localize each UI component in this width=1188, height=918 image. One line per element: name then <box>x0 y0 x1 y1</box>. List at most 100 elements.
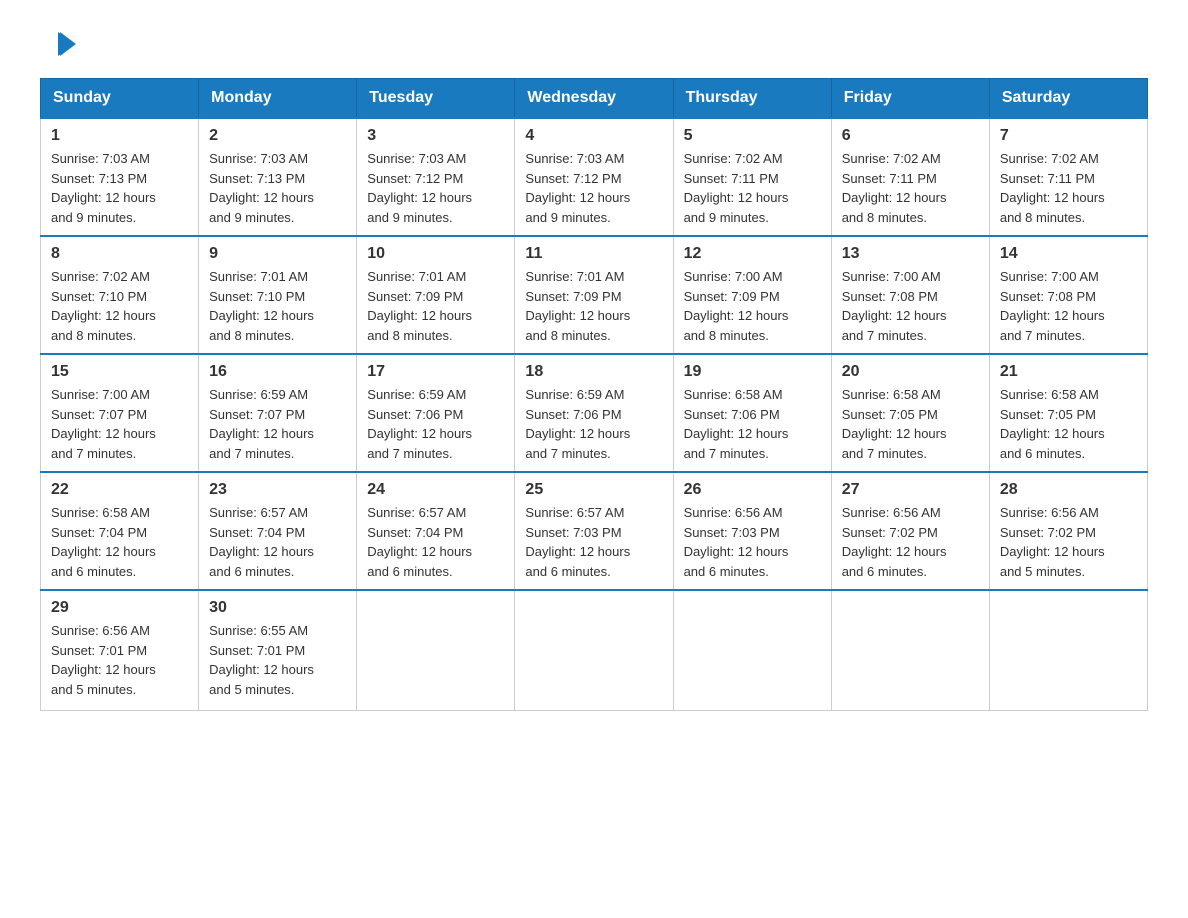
calendar-cell: 29 Sunrise: 6:56 AMSunset: 7:01 PMDayligh… <box>41 590 199 710</box>
calendar-cell <box>673 590 831 710</box>
day-number: 6 <box>842 127 979 145</box>
calendar-cell: 9 Sunrise: 7:01 AMSunset: 7:10 PMDaylight… <box>199 236 357 354</box>
calendar-cell <box>989 590 1147 710</box>
calendar-cell: 19 Sunrise: 6:58 AMSunset: 7:06 PMDayligh… <box>673 354 831 472</box>
calendar-cell: 2Sunrise: 7:03 AMSunset: 7:13 PMDaylight… <box>199 118 357 236</box>
col-sunday: Sunday <box>41 79 199 119</box>
calendar-cell <box>515 590 673 710</box>
day-number: 21 <box>1000 363 1137 381</box>
col-friday: Friday <box>831 79 989 119</box>
day-number: 10 <box>367 245 504 263</box>
day-number: 18 <box>525 363 662 381</box>
day-info: Sunrise: 7:01 AMSunset: 7:10 PMDaylight:… <box>209 267 346 345</box>
day-info: Sunrise: 6:57 AMSunset: 7:04 PMDaylight:… <box>209 503 346 581</box>
day-info: Sunrise: 6:58 AMSunset: 7:04 PMDaylight:… <box>51 503 188 581</box>
calendar-cell: 7Sunrise: 7:02 AMSunset: 7:11 PMDaylight… <box>989 118 1147 236</box>
day-number: 9 <box>209 245 346 263</box>
day-number: 4 <box>525 127 662 145</box>
col-thursday: Thursday <box>673 79 831 119</box>
day-info: Sunrise: 7:02 AMSunset: 7:11 PMDaylight:… <box>842 149 979 227</box>
calendar-cell: 8Sunrise: 7:02 AMSunset: 7:10 PMDaylight… <box>41 236 199 354</box>
day-info: Sunrise: 6:56 AMSunset: 7:01 PMDaylight:… <box>51 621 188 699</box>
header-row: Sunday Monday Tuesday Wednesday Thursday… <box>41 79 1148 119</box>
calendar-cell: 26 Sunrise: 6:56 AMSunset: 7:03 PMDayligh… <box>673 472 831 590</box>
day-info: Sunrise: 7:00 AMSunset: 7:09 PMDaylight:… <box>684 267 821 345</box>
day-info: Sunrise: 6:59 AMSunset: 7:06 PMDaylight:… <box>367 385 504 463</box>
calendar-cell: 15Sunrise: 7:00 AMSunset: 7:07 PMDayligh… <box>41 354 199 472</box>
day-number: 28 <box>1000 481 1137 499</box>
calendar-table: Sunday Monday Tuesday Wednesday Thursday… <box>40 78 1148 711</box>
day-info: Sunrise: 6:56 AMSunset: 7:02 PMDaylight:… <box>1000 503 1137 581</box>
col-saturday: Saturday <box>989 79 1147 119</box>
day-info: Sunrise: 7:01 AMSunset: 7:09 PMDaylight:… <box>525 267 662 345</box>
day-info: Sunrise: 6:58 AMSunset: 7:06 PMDaylight:… <box>684 385 821 463</box>
calendar-cell: 13 Sunrise: 7:00 AMSunset: 7:08 PMDayligh… <box>831 236 989 354</box>
day-number: 17 <box>367 363 504 381</box>
day-number: 23 <box>209 481 346 499</box>
day-number: 5 <box>684 127 821 145</box>
calendar-cell: 30 Sunrise: 6:55 AMSunset: 7:01 PMDayligh… <box>199 590 357 710</box>
day-number: 7 <box>1000 127 1137 145</box>
day-number: 22 <box>51 481 188 499</box>
day-number: 3 <box>367 127 504 145</box>
calendar-cell: 23 Sunrise: 6:57 AMSunset: 7:04 PMDayligh… <box>199 472 357 590</box>
calendar-cell: 25 Sunrise: 6:57 AMSunset: 7:03 PMDayligh… <box>515 472 673 590</box>
day-number: 30 <box>209 599 346 617</box>
day-info: Sunrise: 6:57 AMSunset: 7:04 PMDaylight:… <box>367 503 504 581</box>
day-number: 11 <box>525 245 662 263</box>
calendar-cell: 24 Sunrise: 6:57 AMSunset: 7:04 PMDayligh… <box>357 472 515 590</box>
day-info: Sunrise: 7:03 AMSunset: 7:13 PMDaylight:… <box>51 149 188 227</box>
calendar-cell: 10 Sunrise: 7:01 AMSunset: 7:09 PMDayligh… <box>357 236 515 354</box>
calendar-cell: 20 Sunrise: 6:58 AMSunset: 7:05 PMDayligh… <box>831 354 989 472</box>
day-number: 27 <box>842 481 979 499</box>
day-info: Sunrise: 6:55 AMSunset: 7:01 PMDaylight:… <box>209 621 346 699</box>
calendar-cell: 12Sunrise: 7:00 AMSunset: 7:09 PMDayligh… <box>673 236 831 354</box>
day-info: Sunrise: 7:00 AMSunset: 7:08 PMDaylight:… <box>842 267 979 345</box>
calendar-cell: 28 Sunrise: 6:56 AMSunset: 7:02 PMDayligh… <box>989 472 1147 590</box>
calendar-cell <box>831 590 989 710</box>
calendar-cell: 5 Sunrise: 7:02 AMSunset: 7:11 PMDaylight… <box>673 118 831 236</box>
day-number: 24 <box>367 481 504 499</box>
calendar-cell: 6 Sunrise: 7:02 AMSunset: 7:11 PMDaylight… <box>831 118 989 236</box>
calendar-cell: 18 Sunrise: 6:59 AMSunset: 7:06 PMDayligh… <box>515 354 673 472</box>
day-info: Sunrise: 6:58 AMSunset: 7:05 PMDaylight:… <box>842 385 979 463</box>
col-wednesday: Wednesday <box>515 79 673 119</box>
calendar-cell: 3 Sunrise: 7:03 AMSunset: 7:12 PMDaylight… <box>357 118 515 236</box>
calendar-cell: 22 Sunrise: 6:58 AMSunset: 7:04 PMDayligh… <box>41 472 199 590</box>
day-info: Sunrise: 7:03 AMSunset: 7:12 PMDaylight:… <box>525 149 662 227</box>
day-number: 25 <box>525 481 662 499</box>
day-info: Sunrise: 7:03 AMSunset: 7:12 PMDaylight:… <box>367 149 504 227</box>
day-info: Sunrise: 6:59 AMSunset: 7:06 PMDaylight:… <box>525 385 662 463</box>
day-number: 16 <box>209 363 346 381</box>
col-tuesday: Tuesday <box>357 79 515 119</box>
day-number: 19 <box>684 363 821 381</box>
day-number: 26 <box>684 481 821 499</box>
calendar-cell <box>357 590 515 710</box>
calendar-cell: 27 Sunrise: 6:56 AMSunset: 7:02 PMDayligh… <box>831 472 989 590</box>
day-info: Sunrise: 6:56 AMSunset: 7:03 PMDaylight:… <box>684 503 821 581</box>
col-monday: Monday <box>199 79 357 119</box>
day-info: Sunrise: 6:57 AMSunset: 7:03 PMDaylight:… <box>525 503 662 581</box>
day-number: 13 <box>842 245 979 263</box>
day-number: 1 <box>51 127 188 145</box>
day-info: Sunrise: 6:58 AMSunset: 7:05 PMDaylight:… <box>1000 385 1137 463</box>
calendar-cell: 21 Sunrise: 6:58 AMSunset: 7:05 PMDayligh… <box>989 354 1147 472</box>
page-header <box>40 30 1148 58</box>
calendar-cell: 4 Sunrise: 7:03 AMSunset: 7:12 PMDaylight… <box>515 118 673 236</box>
logo-flag-icon <box>42 30 78 58</box>
calendar-cell: 1 Sunrise: 7:03 AMSunset: 7:13 PMDaylight… <box>41 118 199 236</box>
day-info: Sunrise: 6:59 AMSunset: 7:07 PMDaylight:… <box>209 385 346 463</box>
day-number: 20 <box>842 363 979 381</box>
day-info: Sunrise: 7:00 AMSunset: 7:07 PMDaylight:… <box>51 385 188 463</box>
day-info: Sunrise: 7:00 AMSunset: 7:08 PMDaylight:… <box>1000 267 1137 345</box>
calendar-cell: 14Sunrise: 7:00 AMSunset: 7:08 PMDayligh… <box>989 236 1147 354</box>
day-info: Sunrise: 6:56 AMSunset: 7:02 PMDaylight:… <box>842 503 979 581</box>
day-number: 8 <box>51 245 188 263</box>
calendar-cell: 17 Sunrise: 6:59 AMSunset: 7:06 PMDayligh… <box>357 354 515 472</box>
logo <box>40 30 80 58</box>
day-info: Sunrise: 7:02 AMSunset: 7:11 PMDaylight:… <box>684 149 821 227</box>
day-number: 2 <box>209 127 346 145</box>
day-info: Sunrise: 7:01 AMSunset: 7:09 PMDaylight:… <box>367 267 504 345</box>
calendar-cell: 16 Sunrise: 6:59 AMSunset: 7:07 PMDayligh… <box>199 354 357 472</box>
day-number: 29 <box>51 599 188 617</box>
